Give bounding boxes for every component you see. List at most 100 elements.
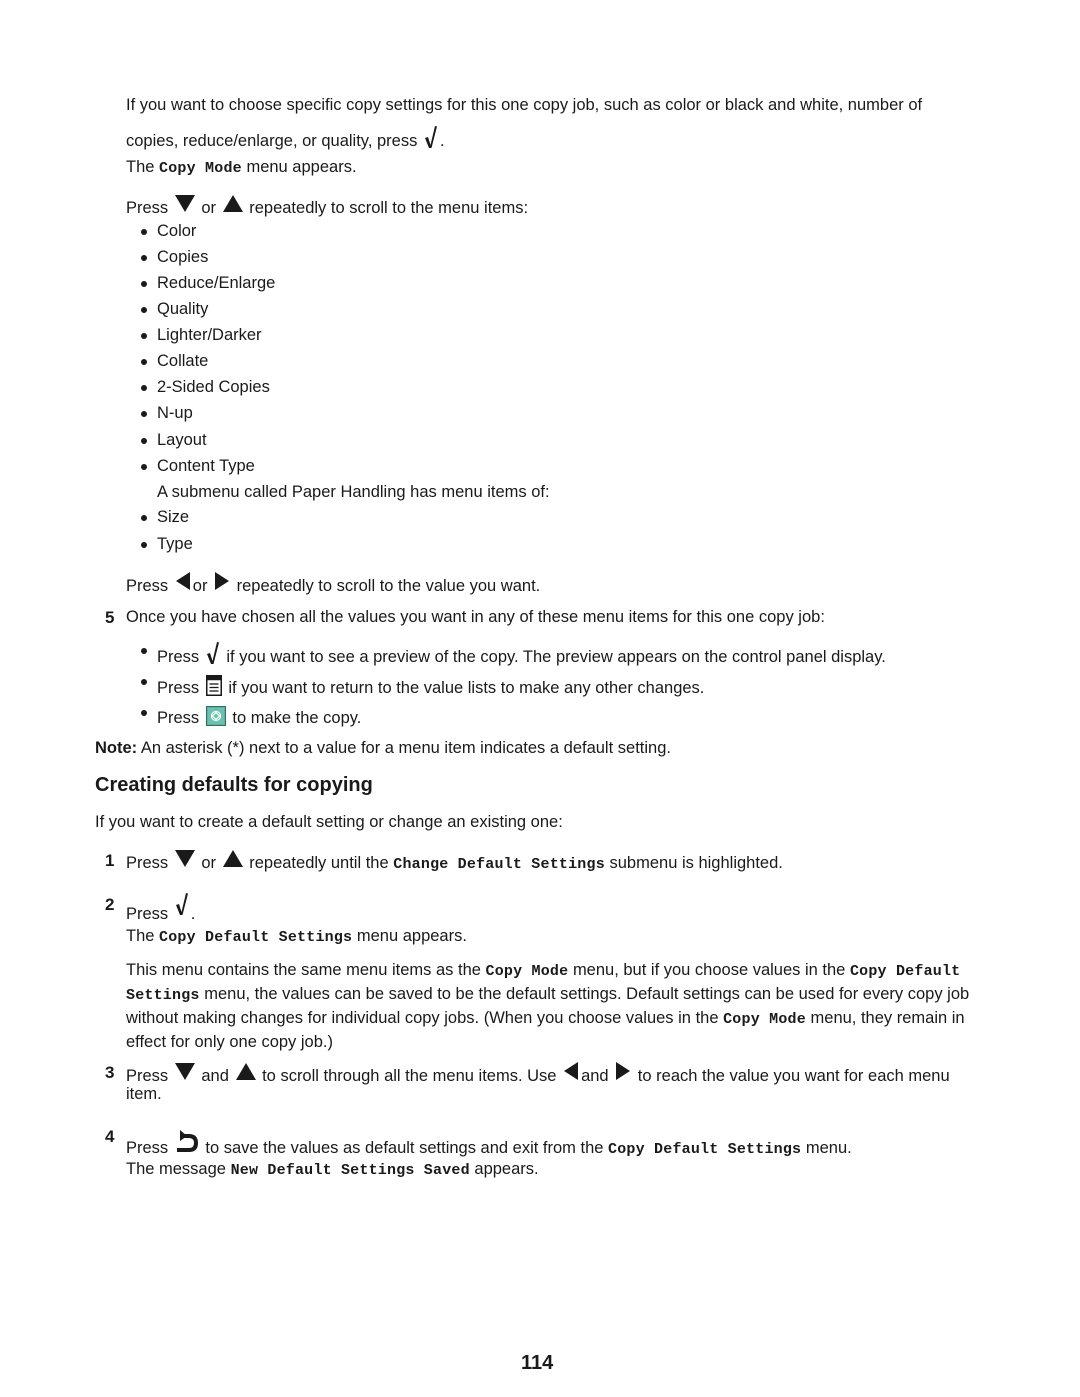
page-number: 114 [521, 1352, 554, 1374]
scroll-instruction: Press or repeatedly to scroll to the men… [126, 195, 529, 218]
text: Press [126, 1139, 169, 1157]
text: Press [157, 709, 200, 727]
bullet [141, 710, 147, 716]
bullet [141, 385, 147, 391]
step-number: 1 [105, 851, 115, 870]
step-number: 5 [105, 608, 115, 627]
step-5-text: Once you have chosen all the values you … [126, 608, 825, 626]
list-item: Content Type [157, 457, 255, 475]
text: menu, but if you choose values in the [572, 961, 846, 979]
copy-default-settings-appears: The Copy Default Settings menu appears. [126, 927, 467, 946]
text: Press [157, 648, 200, 666]
value-scroll-instruction: Press or repeatedly to scroll to the val… [126, 572, 540, 596]
step-5-bullet-start: Press to make the copy. [157, 703, 361, 728]
text: The message [126, 1160, 226, 1178]
up-arrow-icon [222, 195, 243, 212]
intro-line-2: copies, reduce/enlarge, or quality, pres… [126, 122, 445, 151]
step-2-text: Press . [126, 889, 195, 923]
step-3-text-cont: item. [126, 1085, 162, 1103]
change-default-settings-code: Change Default Settings [393, 856, 605, 873]
bullet [141, 411, 147, 417]
section-title: Creating defaults for copying [95, 774, 373, 796]
list-item: Collate [157, 352, 209, 370]
down-arrow-icon [174, 195, 195, 212]
intro-line-1: If you want to choose specific copy sett… [126, 96, 922, 115]
up-arrow-icon [235, 1063, 256, 1080]
list-item: N-up [157, 404, 193, 422]
bullet [141, 648, 147, 654]
text: or [192, 577, 208, 595]
list-item: Quality [157, 300, 209, 318]
left-arrow-icon [564, 1062, 579, 1080]
menu-icon [205, 675, 222, 696]
down-arrow-icon [174, 850, 195, 867]
bullet [141, 307, 147, 313]
bullet [141, 464, 147, 470]
copy-default-settings-code: Copy Default Settings [159, 929, 353, 946]
list-item: Size [157, 508, 190, 526]
right-arrow-icon [616, 1062, 631, 1080]
step-number: 2 [105, 895, 115, 914]
bullet [141, 255, 147, 261]
intro-text-2: copies, reduce/enlarge, or quality, pres… [126, 132, 418, 150]
text: This menu contains the same menu items a… [126, 961, 481, 979]
step-number: 3 [105, 1063, 115, 1082]
text: if you want to see a preview of the copy… [226, 648, 886, 666]
text: Press [126, 199, 169, 217]
step-number: 4 [105, 1127, 115, 1146]
start-icon [205, 706, 226, 726]
text: Press [126, 854, 169, 872]
text: Press [126, 905, 169, 923]
section-intro: If you want to create a default setting … [95, 813, 563, 831]
step-1-text: Press or repeatedly until the Change Def… [126, 850, 783, 873]
check-icon [424, 125, 438, 149]
text: Press [126, 1067, 169, 1085]
list-item: Copies [157, 248, 209, 266]
bullet [141, 679, 147, 685]
back-icon [175, 1129, 199, 1155]
bullet [141, 229, 147, 235]
copy-mode-code: Copy Mode [723, 1011, 806, 1028]
step-2-explanation: This menu contains the same menu items a… [126, 959, 986, 1053]
copy-default-settings-code: Copy Default Settings [608, 1141, 802, 1158]
text: repeatedly until the [249, 854, 389, 872]
check-icon [175, 892, 189, 916]
list-item: Reduce/Enlarge [157, 274, 276, 292]
text: submenu is highlighted. [609, 854, 783, 872]
down-arrow-icon [174, 1063, 195, 1080]
bullet [141, 333, 147, 339]
note: Note: An asterisk (*) next to a value fo… [95, 739, 671, 758]
step-5-bullet-preview: Press if you want to see a preview of th… [157, 638, 886, 667]
bullet [141, 542, 147, 548]
text: or [201, 199, 217, 217]
text: Press [126, 577, 169, 595]
text: to save the values as default settings a… [205, 1139, 604, 1157]
intro-text: If you want to choose specific copy sett… [126, 96, 923, 114]
bullet [141, 515, 147, 521]
text: repeatedly to scroll to the menu items: [249, 199, 529, 217]
text: menu appears. [356, 927, 467, 945]
list-item: Type [157, 535, 193, 553]
text: and [581, 1067, 609, 1085]
check-icon [206, 641, 220, 665]
text: The [126, 158, 155, 176]
list-item: 2-Sided Copies [157, 378, 270, 396]
list-item: Layout [157, 431, 207, 449]
note-label: Note: [95, 739, 138, 757]
submenu-note: A submenu called Paper Handling has menu… [157, 483, 550, 501]
copy-mode-code: Copy Mode [159, 160, 242, 177]
step-3-text: Press and to scroll through all the menu… [126, 1062, 950, 1086]
note-text: An asterisk (*) next to a value for a me… [140, 739, 671, 757]
list-item: Lighter/Darker [157, 326, 262, 344]
period: . [439, 132, 445, 150]
new-default-settings-saved-code: New Default Settings Saved [230, 1162, 470, 1179]
text: if you want to return to the value lists… [228, 679, 705, 697]
left-arrow-icon [175, 572, 190, 590]
period: . [190, 905, 196, 923]
copy-mode-code: Copy Mode [485, 963, 569, 980]
step-4-text: Press to save the values as default sett… [126, 1127, 852, 1158]
step-5-bullet-menu: Press if you want to return to the value… [157, 672, 704, 698]
text: to make the copy. [232, 709, 362, 727]
bullet [141, 438, 147, 444]
right-arrow-icon [215, 572, 230, 590]
